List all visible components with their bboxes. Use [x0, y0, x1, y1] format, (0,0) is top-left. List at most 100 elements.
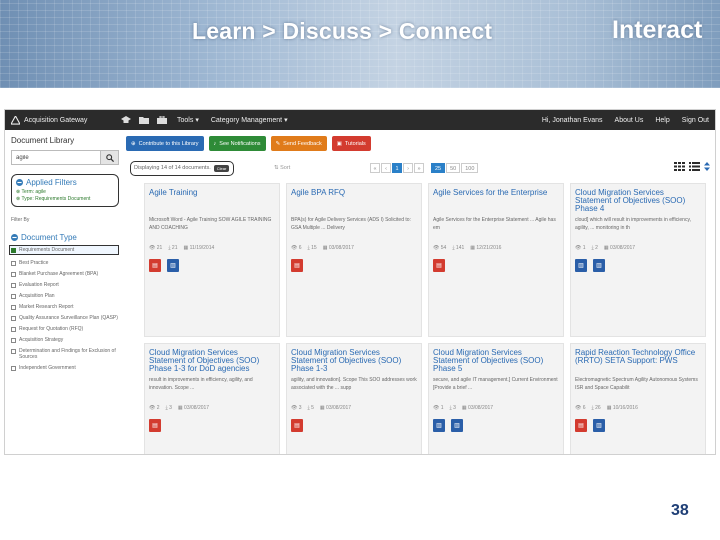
eye-icon: 👁	[575, 245, 583, 251]
pdf-file-icon[interactable]: ▤	[149, 259, 161, 272]
document-card[interactable]: Agile Services for the Enterprise Agile S…	[428, 183, 564, 337]
feedback-button[interactable]: ✎ Send Feedback	[270, 136, 327, 151]
user-greeting[interactable]: Hi, Jonathan Evans	[536, 117, 609, 124]
checkbox[interactable]	[11, 337, 16, 343]
document-title[interactable]: Agile Services for the Enterprise	[433, 189, 559, 216]
document-title[interactable]: Cloud Migration Services Statement of Ob…	[291, 349, 417, 376]
doc-file-icon[interactable]: ▥	[433, 419, 445, 432]
sort-toggle[interactable]: ⇅ Sort	[274, 165, 290, 171]
document-type-option[interactable]: Independent Government	[11, 365, 119, 371]
checkbox[interactable]	[11, 293, 16, 299]
document-card[interactable]: Cloud Migration Services Statement of Ob…	[144, 343, 280, 454]
document-type-option[interactable]: Quality Assurance Surveillance Plan (QAS…	[11, 315, 119, 321]
checkbox[interactable]	[11, 247, 16, 253]
document-card[interactable]: Cloud Migration Services Statement of Ob…	[570, 183, 706, 337]
doc-file-icon[interactable]: ▥	[575, 259, 587, 272]
search-button[interactable]	[101, 150, 119, 165]
graduation-cap-icon[interactable]	[120, 115, 132, 125]
downloads-count: ⤓ 15	[308, 245, 317, 251]
downloads-count: ⤓ 3	[166, 405, 172, 411]
chevron-down-icon: ▾	[284, 117, 288, 124]
applied-filters-header[interactable]: Applied Filters	[16, 178, 114, 187]
document-type-option[interactable]: Determination and Findings for Exclusion…	[11, 348, 119, 360]
document-type-option[interactable]: Best Practice	[11, 260, 119, 266]
doc-file-icon[interactable]: ▥	[593, 419, 605, 432]
doc-file-icon[interactable]: ▥	[167, 259, 179, 272]
document-title[interactable]: Agile BPA RFQ	[291, 189, 417, 216]
checkbox[interactable]	[11, 260, 16, 266]
pagination-item[interactable]: «	[370, 163, 380, 173]
page-size-option[interactable]: 25	[431, 163, 446, 173]
applied-filter-type[interactable]: ⊗ Type: Requirements Document	[16, 196, 114, 203]
pagination-item[interactable]: 1	[392, 163, 402, 173]
views-value: 6	[298, 245, 302, 251]
checkbox[interactable]	[11, 304, 16, 310]
document-type-option[interactable]: Blanket Purchase Agreement (BPA)	[11, 271, 119, 277]
checkbox[interactable]	[11, 315, 16, 321]
list-view-icon[interactable]	[689, 162, 700, 171]
brand-link[interactable]: Acquisition Gateway	[5, 115, 117, 125]
document-snippet: Agile Services for the Enterprise Statem…	[433, 217, 556, 231]
checkbox[interactable]	[11, 282, 16, 288]
document-title[interactable]: Rapid Reaction Technology Office (RRTO) …	[575, 349, 701, 376]
about-link[interactable]: About Us	[609, 117, 650, 124]
results-count: Displaying 14 of 14 documents. Clear	[130, 161, 235, 176]
document-type-option[interactable]: Requirements Document	[9, 245, 119, 255]
pdf-file-icon[interactable]: ▤	[291, 259, 303, 272]
grid-view-icon[interactable]	[674, 162, 685, 171]
chevron-down-icon: ▾	[195, 117, 199, 124]
document-card[interactable]: Cloud Migration Services Statement of Ob…	[428, 343, 564, 454]
sort-arrows-icon[interactable]	[704, 162, 710, 171]
contribute-button[interactable]: ⊕ Contribute to this Library	[126, 136, 204, 151]
applied-filter-term[interactable]: ⊗ Term: agile	[16, 189, 114, 196]
briefcase-icon[interactable]	[156, 115, 168, 125]
page-size-option[interactable]: 100	[461, 163, 479, 173]
pagination-item[interactable]: ›	[403, 163, 413, 173]
document-card[interactable]: Rapid Reaction Technology Office (RRTO) …	[570, 343, 706, 454]
doc-file-icon[interactable]: ▥	[451, 419, 463, 432]
navbar-right: Hi, Jonathan Evans About Us Help Sign Ou…	[536, 117, 715, 124]
document-type-option[interactable]: Evaluation Report	[11, 282, 119, 288]
pagination-item[interactable]: »	[414, 163, 424, 173]
pdf-file-icon[interactable]: ▤	[291, 419, 303, 432]
tutorials-button[interactable]: ▣ Tutorials	[331, 136, 371, 151]
pdf-file-icon[interactable]: ▤	[575, 419, 587, 432]
document-title[interactable]: Cloud Migration Services Statement of Ob…	[575, 189, 701, 216]
search-input[interactable]	[11, 150, 101, 165]
checkbox[interactable]	[11, 348, 16, 354]
pdf-file-icon[interactable]: ▤	[433, 259, 445, 272]
document-card[interactable]: Agile BPA RFQ BPA(s) for Agile Delivery S…	[286, 183, 422, 337]
document-title[interactable]: Cloud Migration Services Statement of Ob…	[433, 349, 559, 376]
category-management-menu[interactable]: Category Management ▾	[205, 116, 294, 125]
document-type-option[interactable]: Acquisition Strategy	[11, 337, 119, 343]
document-meta: 👁 3 ⤓ 5 ▦ 03/08/2017	[291, 405, 417, 411]
document-type-option[interactable]: Request for Quotation (RFQ)	[11, 326, 119, 332]
document-card[interactable]: Cloud Migration Services Statement of Ob…	[286, 343, 422, 454]
doc-file-icon[interactable]: ▥	[593, 259, 605, 272]
document-title[interactable]: Cloud Migration Services Statement of Ob…	[149, 349, 275, 376]
page-size-option[interactable]: 50	[446, 163, 461, 173]
file-downloads: ▤	[291, 419, 417, 432]
sort-label: Sort	[280, 165, 291, 171]
tools-menu[interactable]: Tools ▾	[171, 116, 205, 125]
page-size-selector: 25 50 100	[431, 163, 479, 173]
document-title[interactable]: Agile Training	[149, 189, 275, 216]
folder-icon[interactable]	[138, 115, 150, 125]
signout-link[interactable]: Sign Out	[676, 117, 715, 124]
document-card[interactable]: Agile Training Microsoft Word - Agile Tra…	[144, 183, 280, 337]
document-type-option[interactable]: Market Research Report	[11, 304, 119, 310]
downloads-count: ⤓ 26	[592, 405, 601, 411]
help-link[interactable]: Help	[649, 117, 675, 124]
document-type-option[interactable]: Acquisition Plan	[11, 293, 119, 299]
date-stamp: ▦ 03/08/2017	[604, 245, 635, 251]
date-stamp: ▦ 03/08/2017	[320, 405, 351, 411]
checkbox[interactable]	[11, 326, 16, 332]
minus-circle-icon	[11, 234, 18, 241]
checkbox[interactable]	[11, 365, 16, 371]
document-type-header[interactable]: Document Type	[11, 233, 119, 242]
pdf-file-icon[interactable]: ▤	[149, 419, 161, 432]
clear-filters-button[interactable]: Clear	[213, 165, 230, 172]
pagination-item[interactable]: ‹	[381, 163, 391, 173]
notifications-button[interactable]: ♪ See Notifications	[208, 136, 266, 151]
checkbox[interactable]	[11, 271, 16, 277]
